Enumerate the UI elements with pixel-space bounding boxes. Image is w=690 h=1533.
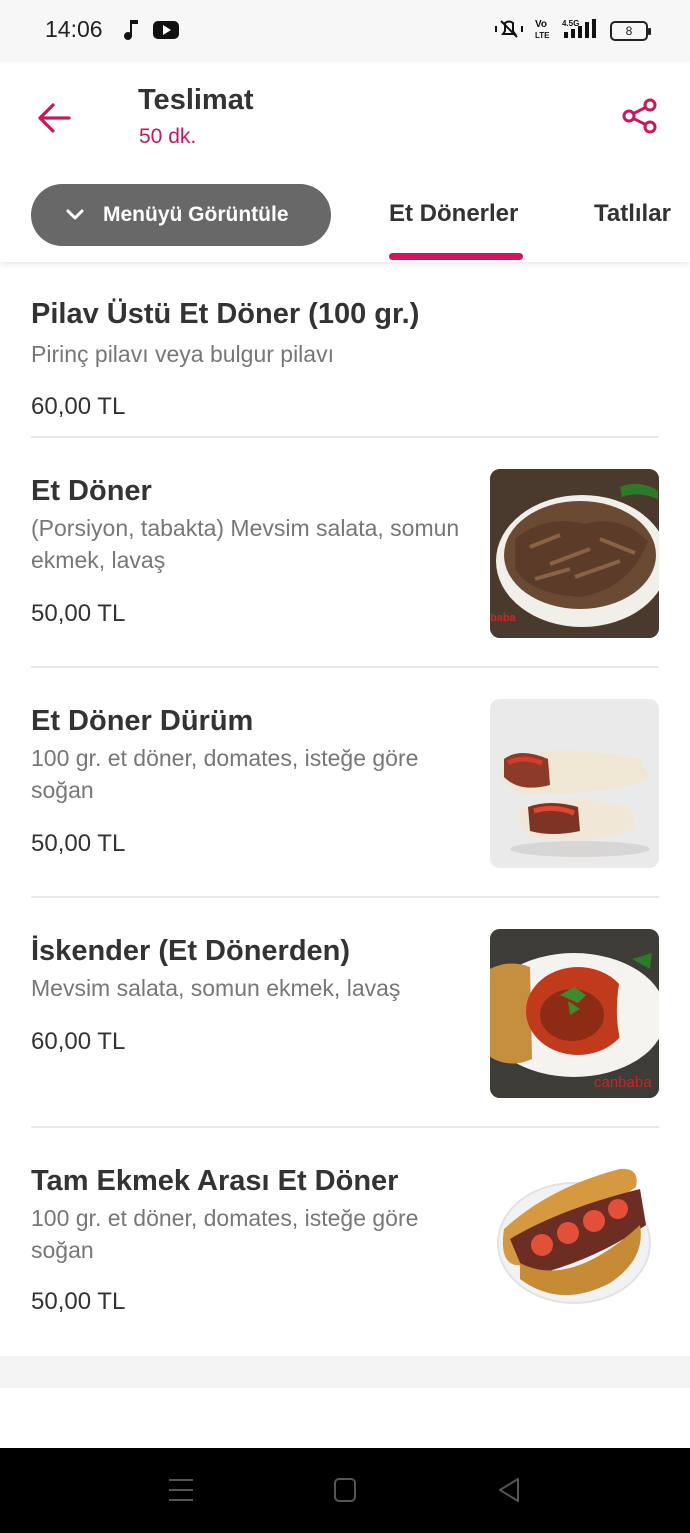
menu-item[interactable]: Pilav Üstü Et Döner (100 gr.) Pirinç pil… <box>0 262 690 438</box>
item-image[interactable] <box>490 1159 659 1328</box>
svg-text:Vo: Vo <box>535 19 547 30</box>
page-title: Teslimat <box>138 84 254 116</box>
back-button[interactable] <box>30 94 78 142</box>
item-image[interactable] <box>490 699 659 868</box>
item-description: 100 gr. et döner, domates, isteğe göre s… <box>31 1205 419 1263</box>
share-icon <box>622 98 657 134</box>
view-menu-label: Menüyü Görüntüle <box>103 203 289 226</box>
item-price: 50,00 TL <box>31 830 126 857</box>
signal-4-5g-icon: 4.5G <box>562 17 600 46</box>
chevron-down-icon <box>66 209 84 220</box>
svg-text:4.5G: 4.5G <box>562 19 579 28</box>
item-name: Pilav Üstü Et Döner (100 gr.) <box>31 298 420 330</box>
menu-item[interactable]: İskender (Et Dönerden) Mevsim salata, so… <box>0 898 690 1128</box>
item-image[interactable]: canbaba <box>490 929 659 1098</box>
active-tab-indicator <box>389 253 523 260</box>
svg-text:LTE: LTE <box>535 31 550 40</box>
menu-lines-icon[interactable] <box>168 1476 194 1509</box>
share-button[interactable] <box>616 92 664 140</box>
item-price: 50,00 TL <box>31 1288 126 1315</box>
item-description: 100 gr. et döner, domates, isteğe göre s… <box>31 745 419 803</box>
section-separator <box>0 1356 690 1388</box>
item-price: 60,00 TL <box>31 393 126 420</box>
next-section <box>0 1388 690 1448</box>
image-watermark: canbaba <box>594 1074 652 1091</box>
item-description: Pirinç pilavı veya bulgur pilavı <box>31 341 334 367</box>
item-description: Mevsim salata, somun ekmek, lavaş <box>31 975 401 1001</box>
system-navigation-bar <box>0 1448 690 1533</box>
menu-item[interactable]: Tam Ekmek Arası Et Döner 100 gr. et döne… <box>0 1128 690 1356</box>
arrow-left-icon <box>38 103 71 133</box>
item-price: 60,00 TL <box>31 1028 126 1055</box>
view-menu-button[interactable]: Menüyü Görüntüle <box>31 184 331 246</box>
item-name: Tam Ekmek Arası Et Döner <box>31 1165 399 1197</box>
home-square-icon[interactable] <box>333 1476 357 1509</box>
app-header: Teslimat 50 dk. Menüyü Görüntüle Et Döne… <box>0 62 690 262</box>
item-price: 50,00 TL <box>31 600 126 627</box>
status-time: 14:06 <box>45 16 103 42</box>
item-image[interactable]: baba <box>490 469 659 638</box>
status-bar: 14:06 Vo LTE 4.5G 8 <box>0 0 690 62</box>
tab-tatlilar[interactable]: Tatlılar <box>594 200 671 228</box>
item-description: (Porsiyon, tabakta) Mevsim salata, somun… <box>31 515 460 573</box>
tab-et-donerler[interactable]: Et Dönerler <box>389 200 518 228</box>
menu-item[interactable]: Et Döner (Porsiyon, tabakta) Mevsim sala… <box>0 438 690 668</box>
delivery-time: 50 dk. <box>139 125 197 148</box>
item-name: İskender (Et Dönerden) <box>31 935 351 967</box>
mute-vibrate-icon <box>494 17 524 46</box>
back-triangle-icon[interactable] <box>497 1476 521 1509</box>
image-watermark: baba <box>490 612 517 624</box>
youtube-icon <box>153 20 179 45</box>
battery-level: 8 <box>625 24 633 38</box>
menu-item[interactable]: Et Döner Dürüm 100 gr. et döner, domates… <box>0 668 690 898</box>
item-name: Et Döner Dürüm <box>31 705 254 737</box>
volte-icon: Vo LTE <box>534 17 552 46</box>
status-icons: Vo LTE 4.5G 8 <box>494 14 651 48</box>
item-name: Et Döner <box>31 475 152 507</box>
battery-icon: 8 <box>610 21 651 41</box>
music-note-icon <box>122 18 142 47</box>
